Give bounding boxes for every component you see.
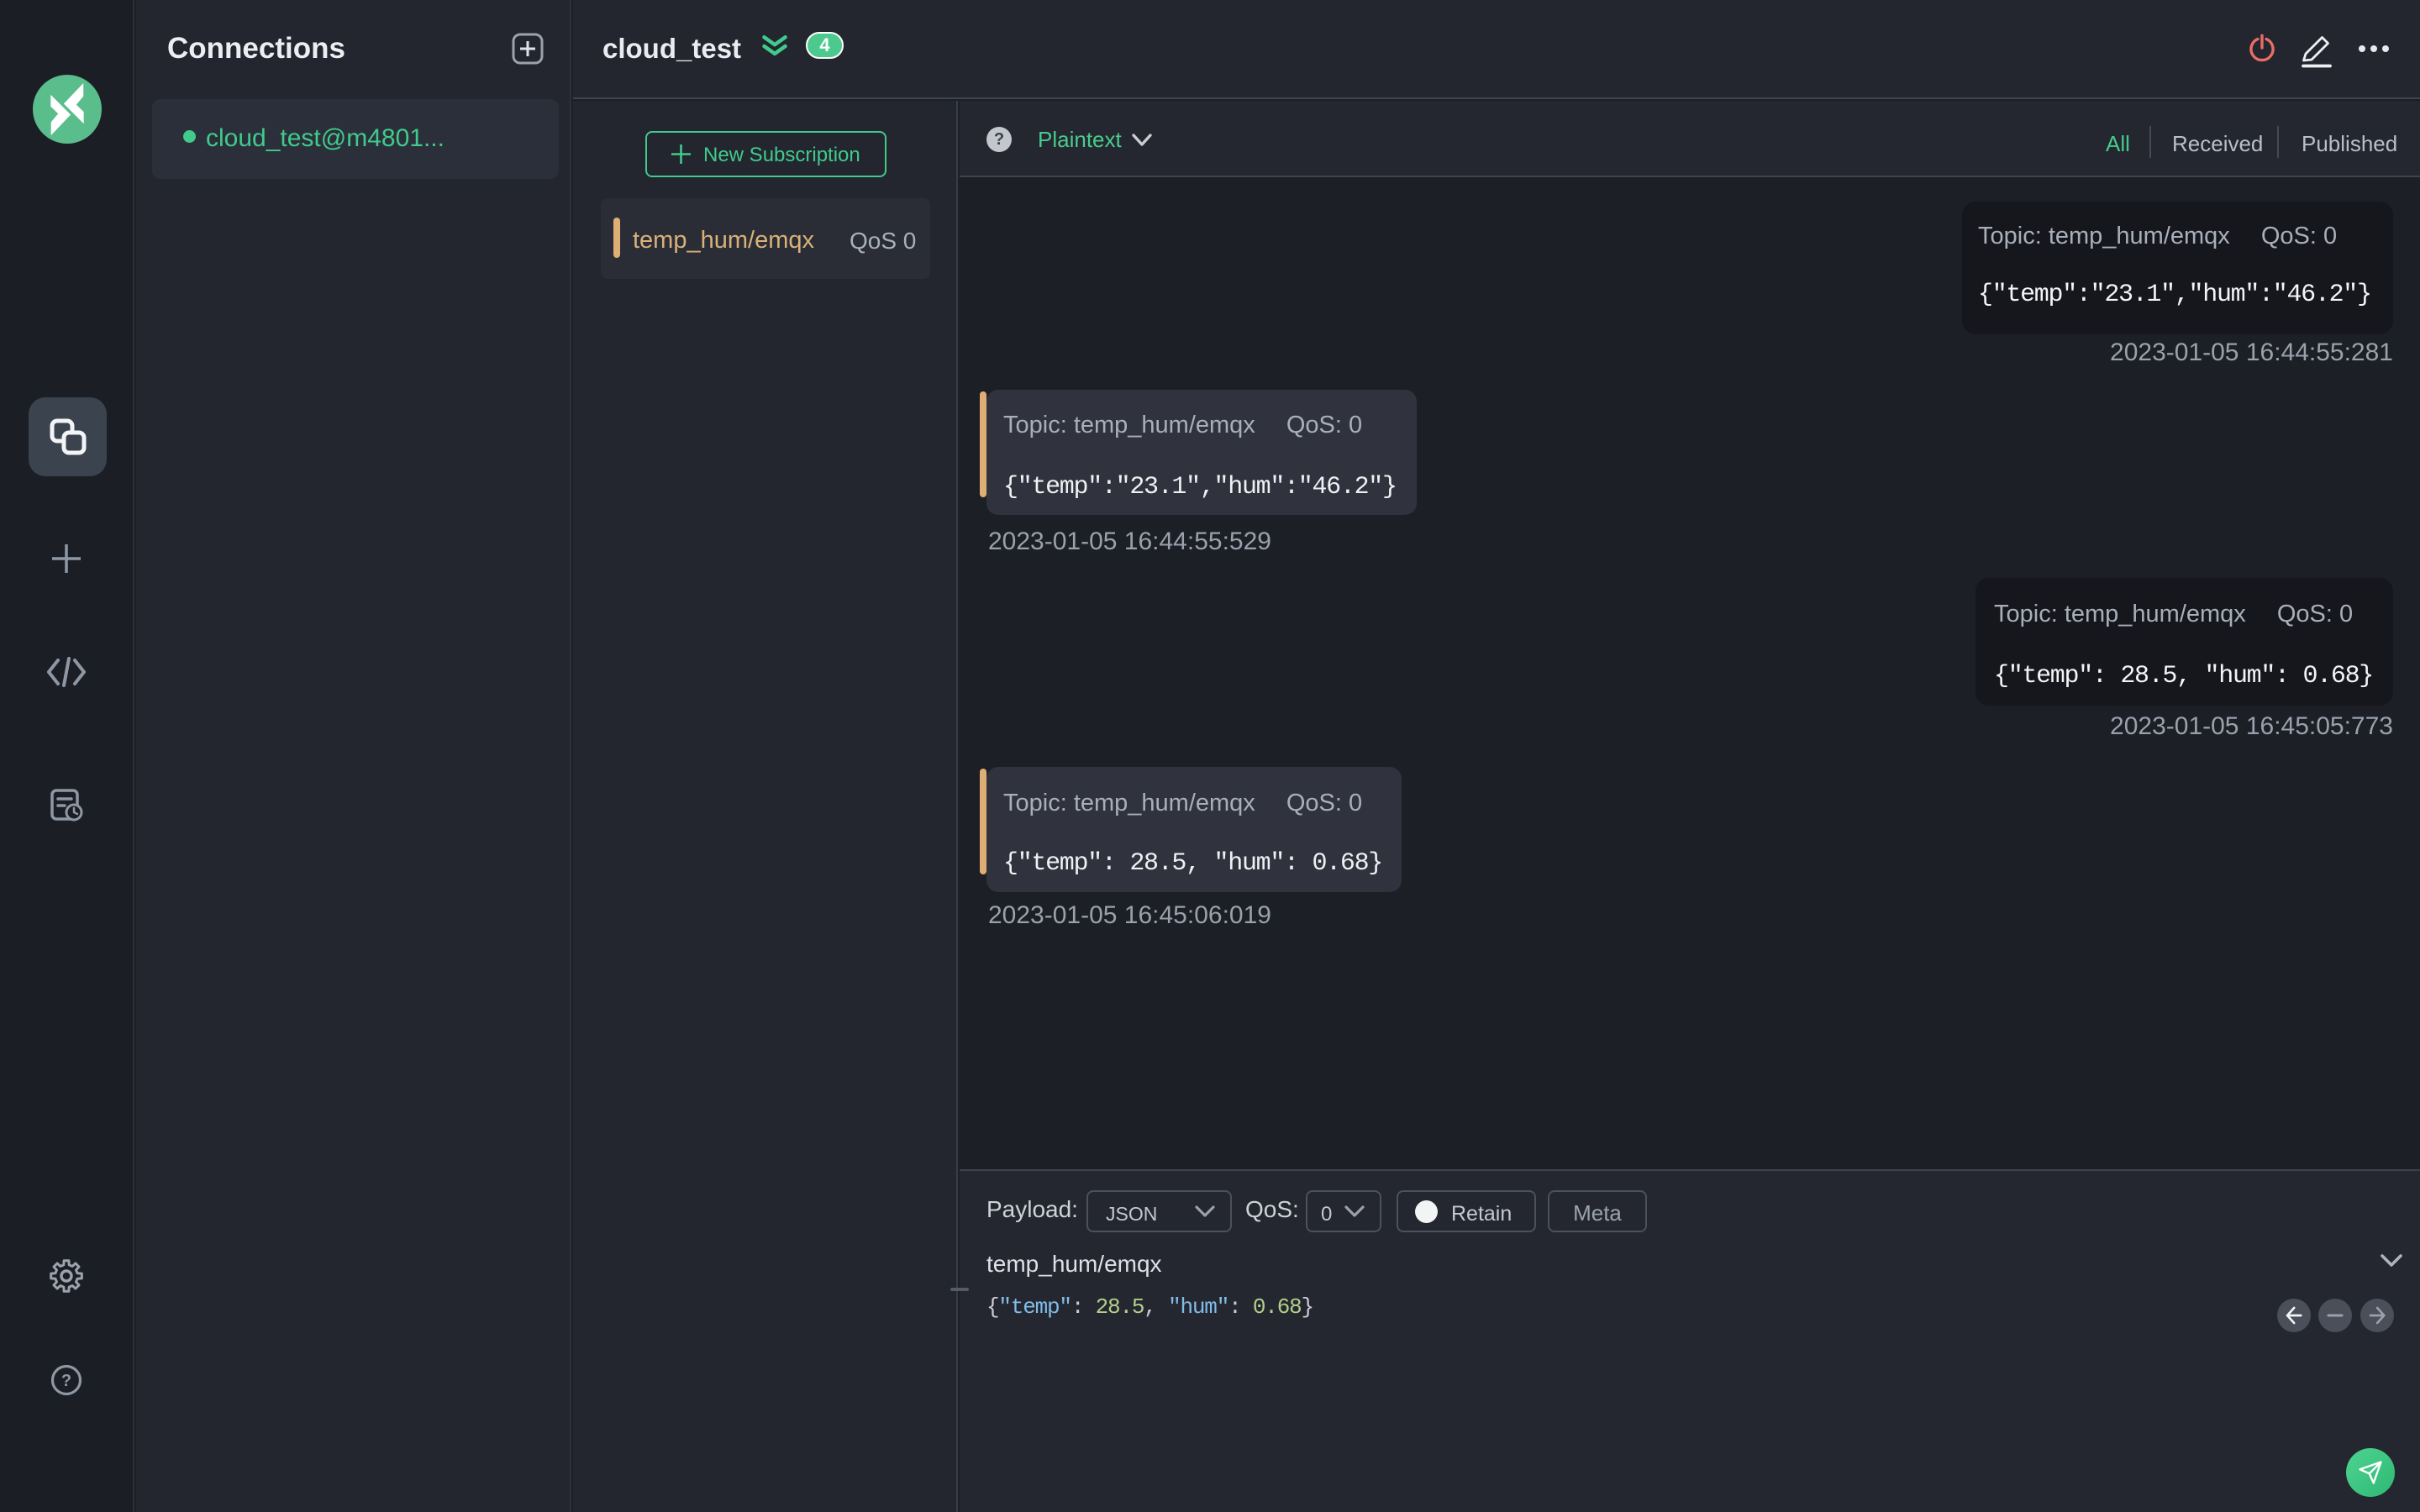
svg-text:?: ?	[61, 1372, 71, 1390]
